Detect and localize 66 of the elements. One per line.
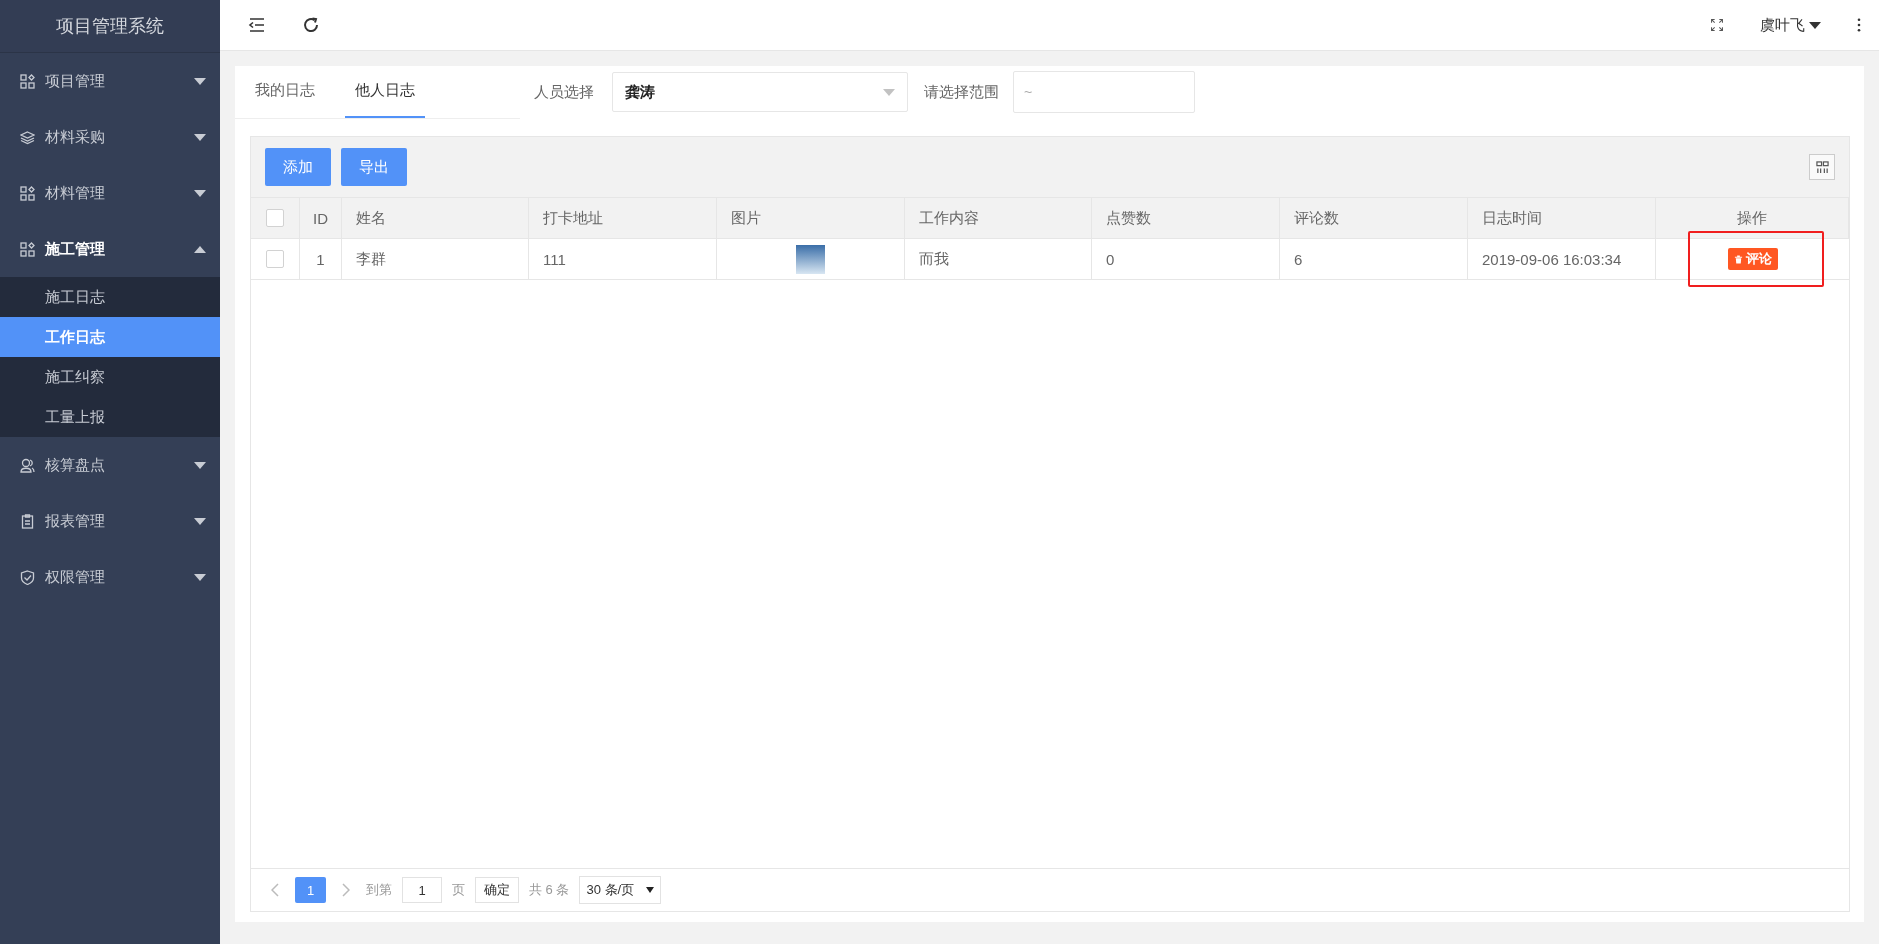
caret-icon: [194, 189, 206, 197]
submenu-item[interactable]: 施工纠察: [0, 357, 220, 397]
page-unit-label: 页: [452, 881, 465, 899]
table-cell: 而我: [905, 239, 1092, 279]
caret-icon: [194, 517, 206, 525]
refresh-icon[interactable]: [302, 16, 320, 34]
table-cell: 6: [1280, 239, 1468, 279]
caret-icon: [194, 77, 206, 85]
column-header: ID: [300, 198, 342, 238]
columns-button[interactable]: [1809, 154, 1835, 180]
tab[interactable]: 他人日志: [345, 65, 425, 118]
sidebar-item[interactable]: 材料采购: [0, 109, 220, 165]
caret-icon: [646, 887, 655, 893]
photo-placeholder: [796, 244, 825, 274]
table-cell: 2019-09-06 16:03:34: [1468, 239, 1656, 279]
grid-icon: [20, 73, 35, 89]
grid-icon: [20, 241, 35, 257]
column-header: 操作: [1656, 198, 1849, 238]
tab[interactable]: 我的日志: [245, 65, 325, 118]
sidebar-item[interactable]: 报表管理: [0, 493, 220, 549]
grid-icon: [20, 185, 35, 201]
caret-icon: [194, 133, 206, 141]
shield-icon: [20, 569, 35, 585]
column-header: 评论数: [1280, 198, 1468, 238]
menu-icon[interactable]: [248, 16, 266, 34]
sidebar-item[interactable]: 权限管理: [0, 549, 220, 605]
more-icon[interactable]: [1857, 18, 1861, 32]
caret-icon: [883, 88, 895, 96]
submenu-item[interactable]: 工量上报: [0, 397, 220, 437]
clipboard-icon: [20, 513, 35, 529]
person-select[interactable]: 龚涛: [612, 72, 908, 112]
column-header: 图片: [717, 198, 905, 238]
caret-icon: [194, 245, 206, 253]
column-header: 点赞数: [1092, 198, 1280, 238]
select-all-checkbox[interactable]: [266, 209, 284, 227]
caret-icon: [194, 461, 206, 469]
page-input[interactable]: 1: [402, 877, 442, 903]
page-size-select[interactable]: 30 条/页: [579, 876, 662, 904]
user-menu[interactable]: 虞叶飞: [1760, 15, 1821, 35]
columns-icon: [1815, 160, 1829, 174]
sidebar-item[interactable]: 施工管理: [0, 221, 220, 277]
row-checkbox[interactable]: [266, 250, 284, 268]
sidebar-item[interactable]: 核算盘点: [0, 437, 220, 493]
sidebar-item[interactable]: 材料管理: [0, 165, 220, 221]
goto-label: 到第: [366, 881, 392, 899]
confirm-button[interactable]: 确定: [475, 877, 519, 903]
total-count: 共 6 条: [529, 881, 570, 899]
date-range-field[interactable]: ~: [1013, 71, 1195, 113]
table-cell: 1: [300, 239, 342, 279]
trash-icon: [1733, 254, 1743, 264]
column-header: 姓名: [342, 198, 529, 238]
column-header: 工作内容: [905, 198, 1092, 238]
column-header: 日志时间: [1468, 198, 1656, 238]
sidebar-item[interactable]: 项目管理: [0, 53, 220, 109]
fullscreen-icon[interactable]: [1710, 18, 1724, 32]
column-header: 打卡地址: [529, 198, 717, 238]
submenu-item[interactable]: 施工日志: [0, 277, 220, 317]
filter-label: 人员选择: [534, 82, 594, 102]
table-cell: 0: [1092, 239, 1280, 279]
table-cell: 111: [529, 239, 717, 279]
table-cell: 李群: [342, 239, 529, 279]
filter-label: 请选择范围: [924, 82, 999, 102]
caret-icon: [194, 573, 206, 581]
layers-icon: [20, 129, 35, 145]
user-icon: [20, 457, 35, 473]
caret-icon: [1809, 21, 1821, 29]
